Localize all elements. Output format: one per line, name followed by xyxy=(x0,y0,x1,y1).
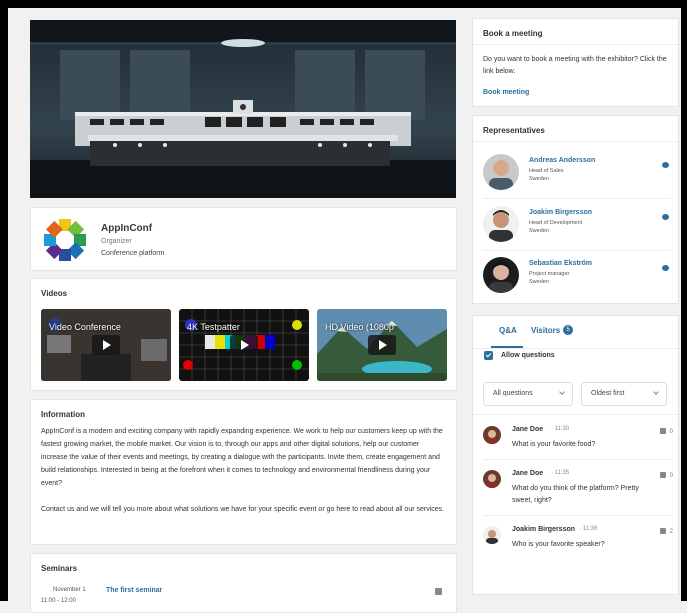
organizer-card: AppInConf Organizer Conference platform xyxy=(30,207,457,271)
thumbs-up-icon xyxy=(659,428,666,434)
representative-country: Sweden xyxy=(529,279,549,285)
play-icon[interactable] xyxy=(368,335,396,355)
divider xyxy=(483,459,670,460)
book-meeting-card: Book a meeting Do you want to book a mee… xyxy=(472,18,679,107)
question-filter-value: All questions xyxy=(493,390,533,397)
videos-title: Videos xyxy=(41,289,68,298)
representative-role: Head of Sales xyxy=(529,168,564,174)
seminars-card: Seminars November 1 11:00 - 12:00 The fi… xyxy=(30,553,457,613)
videos-card: Videos Video Conference 4K Testpatter HD… xyxy=(30,278,457,391)
screen-frame-right xyxy=(681,0,687,601)
like-button[interactable]: 2 xyxy=(659,528,673,535)
qa-card: Q&A Visitors 5 Allow questions All quest… xyxy=(472,315,679,595)
allow-questions-checkbox[interactable] xyxy=(484,351,493,360)
divider xyxy=(473,348,678,349)
representative-role: Head of Development xyxy=(529,220,583,226)
representative-name[interactable]: Sebastian Ekström xyxy=(529,260,592,267)
chat-icon[interactable] xyxy=(662,214,669,220)
book-meeting-text: Do you want to book a meeting with the e… xyxy=(483,56,667,75)
question-author: Jane Doe xyxy=(512,426,544,433)
thumbs-up-icon xyxy=(659,472,666,478)
question-text: Who is your favorite speaker? xyxy=(512,541,605,548)
representative-role: Project manager xyxy=(529,271,570,277)
thumbs-up-icon xyxy=(659,528,666,534)
avatar xyxy=(483,526,501,544)
video-thumbnail-video-conference[interactable]: Video Conference xyxy=(41,309,171,381)
like-count: 2 xyxy=(669,529,673,535)
tab-qa[interactable]: Q&A xyxy=(499,326,517,335)
divider xyxy=(483,515,670,516)
question-text: What is your favorite food? xyxy=(512,441,596,448)
appinconf-logo xyxy=(44,219,86,261)
organizer-description: Conference platform xyxy=(101,250,165,257)
allow-questions-label[interactable]: Allow questions xyxy=(501,352,555,359)
organizer-name: AppInConf xyxy=(101,223,153,234)
seminar-time: 11:00 - 12:00 xyxy=(41,598,76,604)
video-thumbnail-4k-testpattern[interactable]: 4K Testpatter xyxy=(179,309,309,381)
tab-visitors[interactable]: Visitors xyxy=(531,326,560,335)
avatar xyxy=(483,257,519,293)
visitors-count-badge: 5 xyxy=(563,325,573,335)
seminar-title-link[interactable]: The first seminar xyxy=(106,587,162,594)
video-title: 4K Testpatter xyxy=(187,322,240,332)
divider xyxy=(483,250,670,251)
representative-name[interactable]: Joakim Birgersson xyxy=(529,209,592,216)
book-meeting-title: Book a meeting xyxy=(483,29,543,38)
avatar xyxy=(483,206,519,242)
seminar-date: November 1 xyxy=(53,587,86,593)
question-author: Jane Doe xyxy=(512,470,544,477)
video-title: Video Conference xyxy=(49,322,121,332)
information-title: Information xyxy=(41,410,85,419)
like-button[interactable]: 0 xyxy=(659,472,673,479)
representatives-card: Representatives Andreas Andersson Head o… xyxy=(472,115,679,304)
representative-name[interactable]: Andreas Andersson xyxy=(529,157,595,164)
chevron-down-icon xyxy=(653,389,659,395)
information-paragraph: AppInConf is a modern and exciting compa… xyxy=(41,428,443,487)
representative-item[interactable]: Andreas Andersson Head of Sales Sweden xyxy=(483,154,673,194)
video-thumbnail-hd-video[interactable]: HD Video (1080p xyxy=(317,309,447,381)
question-time: · 11:36 xyxy=(579,526,598,532)
question-author: Joakim Birgersson xyxy=(512,526,576,533)
representative-item[interactable]: Sebastian Ekström Project manager Sweden xyxy=(483,257,673,297)
divider xyxy=(473,44,678,45)
information-text: AppInConf is a modern and exciting compa… xyxy=(41,425,447,516)
representative-country: Sweden xyxy=(529,228,549,234)
question-time: · 11:35 xyxy=(551,470,570,476)
seminars-title: Seminars xyxy=(41,564,78,573)
like-count: 0 xyxy=(669,473,673,479)
question-text: What do you think of the platform? Prett… xyxy=(512,485,639,504)
organizer-role: Organizer xyxy=(101,238,132,245)
question-time: · 11:30 xyxy=(551,426,570,432)
divider xyxy=(473,414,678,415)
avatar xyxy=(483,426,501,444)
divider xyxy=(473,141,678,142)
chat-icon[interactable] xyxy=(662,265,669,271)
representative-country: Sweden xyxy=(529,176,549,182)
question-sort-value: Oldest first xyxy=(591,390,625,397)
information-card: Information AppInConf is a modern and ex… xyxy=(30,399,457,545)
play-icon[interactable] xyxy=(92,335,120,355)
representative-item[interactable]: Joakim Birgersson Head of Development Sw… xyxy=(483,206,673,246)
chat-icon[interactable] xyxy=(662,162,669,168)
play-icon[interactable] xyxy=(230,335,258,355)
avatar xyxy=(483,154,519,190)
calendar-icon[interactable] xyxy=(435,588,442,595)
book-meeting-link[interactable]: Book meeting xyxy=(483,89,529,96)
chevron-down-icon xyxy=(559,389,565,395)
avatar xyxy=(483,470,501,488)
screen-frame-top xyxy=(0,0,687,8)
information-paragraph: Contact us and we will tell you more abo… xyxy=(41,506,445,513)
hero-image xyxy=(30,20,456,198)
like-button[interactable]: 0 xyxy=(659,428,673,435)
question-filter-select[interactable]: All questions xyxy=(483,382,573,406)
screen-frame-left xyxy=(0,0,8,601)
representatives-title: Representatives xyxy=(483,126,545,135)
question-sort-select[interactable]: Oldest first xyxy=(581,382,667,406)
divider xyxy=(483,198,670,199)
like-count: 0 xyxy=(669,429,673,435)
video-title: HD Video (1080p xyxy=(325,322,394,332)
